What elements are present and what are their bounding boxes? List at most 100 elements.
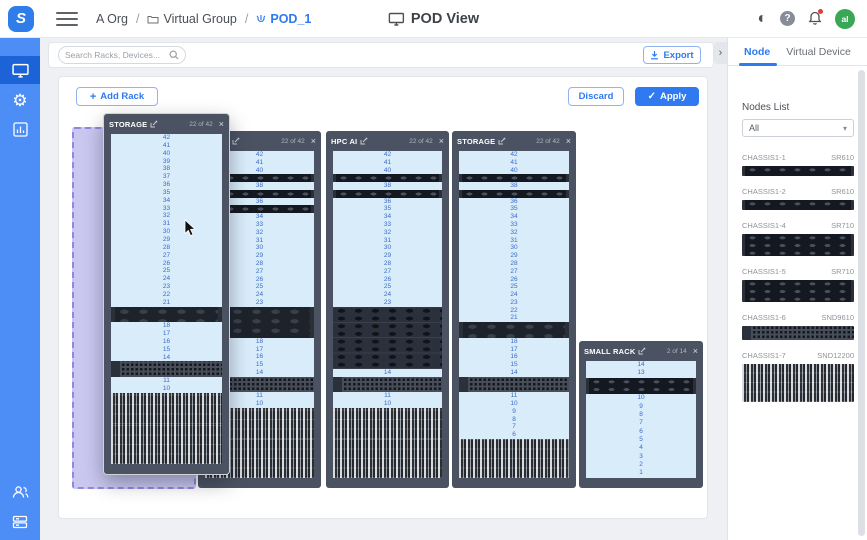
edit-rack-icon[interactable] (638, 347, 646, 355)
rack-slot-number: 25 (459, 283, 569, 291)
rack-slot-number: 4 (586, 444, 696, 452)
add-rack-button[interactable]: + Add Rack (76, 87, 158, 106)
right-panel-scrollbar[interactable] (858, 70, 865, 536)
apply-button[interactable]: ✓ Apply (635, 87, 699, 106)
help-icon[interactable]: ? (780, 11, 795, 26)
rack-device-dense[interactable] (111, 424, 222, 463)
rack-slot-number: 11 (333, 392, 442, 400)
rack-slot-number: 26 (333, 276, 442, 284)
rack-card[interactable]: STORAGE22 of 42×424140383635343332313029… (452, 131, 576, 488)
search-input[interactable] (65, 50, 169, 60)
rack-slot-number: 24 (333, 291, 442, 299)
rack-card[interactable]: SMALL RACK2 of 14×141310987654321 (579, 341, 703, 488)
discard-button[interactable]: Discard (568, 87, 624, 106)
rack-card-dragging[interactable]: STORAGE22 of 42×424140393837363534333231… (104, 114, 229, 474)
rack-slot-number: 24 (459, 291, 569, 299)
edit-rack-icon[interactable] (360, 137, 368, 145)
rack-slot-number: 10 (586, 394, 696, 402)
edit-rack-icon[interactable] (498, 137, 506, 145)
sidebar-item-users[interactable] (0, 478, 40, 506)
breadcrumb-group[interactable]: Virtual Group (147, 12, 236, 26)
rack-slot-number: 35 (333, 205, 442, 213)
breadcrumb-pod[interactable]: POD_1 (256, 12, 311, 26)
tab-virtual-device[interactable]: Virtual Device (786, 46, 851, 58)
node-list-item[interactable]: CHASSIS1-5SR710 (742, 267, 854, 302)
breadcrumb-separator: / (136, 12, 139, 26)
rack-device-server1[interactable] (333, 190, 442, 198)
rack-body: 4241403836353433323130292827262524231411… (333, 151, 442, 478)
rack-device-dense[interactable] (333, 408, 442, 439)
rack-device-server1[interactable] (459, 190, 569, 198)
rack-device-array[interactable] (111, 307, 222, 323)
theme-contrast-icon[interactable]: ◐ (757, 11, 767, 27)
rack-device-switch[interactable] (333, 377, 442, 393)
rack-device-server1[interactable] (333, 174, 442, 182)
node-list-item[interactable]: CHASSIS1-2SR610 (742, 187, 854, 210)
rack-device-server2[interactable] (586, 378, 696, 395)
notifications-bell-icon[interactable] (808, 11, 822, 26)
export-button[interactable]: Export (643, 46, 701, 64)
rack-header[interactable]: STORAGE22 of 42× (452, 131, 576, 151)
rack-device-array[interactable] (459, 322, 569, 338)
rack-device-dense[interactable] (111, 393, 222, 424)
breadcrumb-org[interactable]: A Org (96, 12, 128, 26)
rack-device-dense[interactable] (459, 439, 569, 478)
rack-slot-number: 15 (111, 346, 222, 354)
rack-device-dense[interactable] (333, 439, 442, 478)
rack-slot-number: 41 (333, 159, 442, 167)
rack-slot-number: 26 (111, 260, 222, 268)
rack-slot-number: 35 (111, 189, 222, 197)
monitor-icon (12, 63, 29, 78)
edit-rack-icon[interactable] (232, 137, 240, 145)
collapse-panel-button[interactable]: › (714, 42, 727, 64)
close-rack-icon[interactable]: × (311, 137, 316, 146)
node-list-item[interactable]: CHASSIS1-4SR710 (742, 221, 854, 256)
hamburger-menu-icon[interactable] (56, 12, 78, 26)
rack-device-server1[interactable] (459, 174, 569, 182)
close-rack-icon[interactable]: × (693, 347, 698, 356)
sidebar-item-pod-view[interactable] (0, 56, 40, 84)
gear-icon: ⚙ (12, 92, 27, 109)
avatar[interactable]: al (835, 9, 855, 29)
rack-slot-number: 23 (111, 283, 222, 291)
close-rack-icon[interactable]: × (566, 137, 571, 146)
search-toolbar: Export (48, 42, 714, 68)
rack-header[interactable]: HPC AI22 of 42× (326, 131, 449, 151)
node-model: SND9610 (821, 313, 854, 322)
rack-slot-number: 10 (333, 400, 442, 408)
chart-report-icon (13, 122, 28, 137)
node-list-item[interactable]: CHASSIS1-1SR610 (742, 153, 854, 176)
rack-slot-number: 22 (111, 291, 222, 299)
edit-rack-icon[interactable] (150, 120, 158, 128)
rack-card[interactable]: HPC AI22 of 42×4241403836353433323130292… (326, 131, 449, 488)
rack-slot-number: 6 (586, 428, 696, 436)
rack-slot-number: 31 (333, 237, 442, 245)
rack-slot-number: 27 (333, 268, 442, 276)
rack-slot-number: 38 (111, 165, 222, 173)
close-rack-icon[interactable]: × (439, 137, 444, 146)
node-model: SR710 (831, 221, 854, 230)
rack-device-gpu[interactable] (333, 307, 442, 369)
rack-device-switch[interactable] (459, 377, 569, 393)
node-list-item[interactable]: CHASSIS1-7SND12200 (742, 351, 854, 402)
tab-node[interactable]: Node (744, 46, 770, 58)
top-bar: S A Org / Virtual Group / POD_1 POD View… (0, 0, 867, 38)
rack-device-switch[interactable] (111, 361, 222, 377)
node-device-image (742, 364, 854, 402)
breadcrumb-separator: / (245, 12, 248, 26)
rack-header[interactable]: SMALL RACK2 of 14× (579, 341, 703, 361)
plus-icon: + (90, 91, 96, 103)
sidebar-item-inventory[interactable] (0, 508, 40, 536)
brand-logo[interactable]: S (8, 6, 34, 32)
close-rack-icon[interactable]: × (219, 120, 224, 129)
rack-slot-number: 26 (459, 276, 569, 284)
sidebar-item-reports[interactable] (0, 115, 40, 143)
node-list-item[interactable]: CHASSIS1-6SND9610 (742, 313, 854, 340)
rack-header[interactable]: STORAGE22 of 42× (104, 114, 229, 134)
rack-slot-number: 40 (459, 167, 569, 175)
rack-slot-number: 30 (333, 244, 442, 252)
rack-slot-number: 36 (459, 198, 569, 206)
sidebar-item-settings[interactable]: ⚙ (0, 86, 40, 114)
nodes-filter-select[interactable]: All ▾ (742, 119, 854, 137)
node-model: SND12200 (817, 351, 854, 360)
